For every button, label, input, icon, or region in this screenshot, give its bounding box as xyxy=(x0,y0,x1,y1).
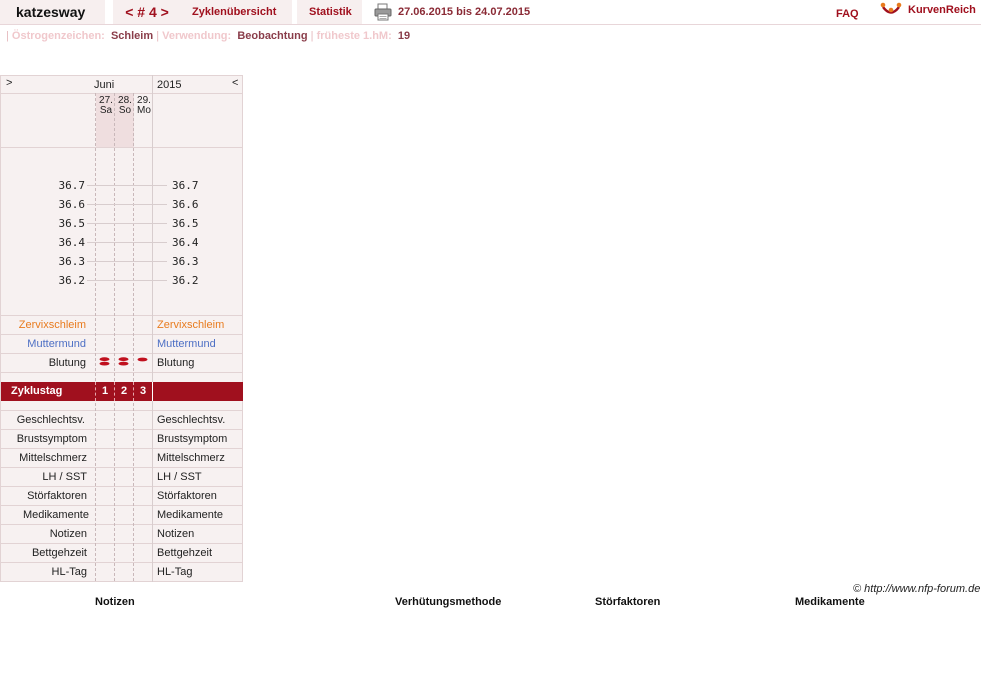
legend-verhuetungsmethode: Verhütungsmethode xyxy=(395,596,502,608)
row-label-notizen-right: Notizen xyxy=(157,528,195,540)
chart-prev-button[interactable]: > xyxy=(6,77,12,89)
cycle-info-line: | Östrogenzeichen: Schleim | Verwendung:… xyxy=(6,29,410,43)
tab-cycle-overview[interactable]: Zyklenübersicht xyxy=(180,0,292,24)
separator: | xyxy=(310,30,314,42)
row-label-bettgehzeit-right: Bettgehzeit xyxy=(157,547,213,559)
temp-label-left: 36.2 xyxy=(58,274,86,287)
row-label-stoerfaktoren-right: Störfaktoren xyxy=(157,490,217,502)
row-label-geschlechtsv-right: Geschlechtsv. xyxy=(157,414,226,426)
cycle-day-number: 1 xyxy=(101,385,109,397)
row-label-brustsymptom: Brustsymptom xyxy=(16,433,87,445)
row-label-blutung: Blutung xyxy=(48,357,86,369)
bleeding-marker-icon[interactable] xyxy=(99,357,110,366)
use-label: Verwendung: xyxy=(162,30,232,42)
kurvenreich-logo-icon[interactable] xyxy=(880,1,902,20)
chart-year: 2015 xyxy=(157,79,182,91)
faq-link[interactable]: FAQ xyxy=(836,4,859,24)
row-label-cervix: Zervixschleim xyxy=(18,319,86,331)
cycle-navigation[interactable]: < # 4 > xyxy=(113,0,181,24)
earliest-value: 19 xyxy=(397,30,411,42)
copyright-link[interactable]: © http://www.nfp-forum.de xyxy=(853,583,980,595)
legend-stoerfaktoren: Störfaktoren xyxy=(595,596,661,608)
day-header: 27. Sa xyxy=(97,96,115,116)
temp-label-right: 36.4 xyxy=(172,236,199,249)
row-label-medikamente-right: Medikamente xyxy=(157,509,224,521)
day-weekday: So xyxy=(118,105,132,116)
row-label-lh-sst: LH / SST xyxy=(42,471,87,483)
day-weekday: Mo xyxy=(137,105,151,116)
username: katzesway xyxy=(0,0,105,24)
printer-icon[interactable] xyxy=(374,3,392,21)
legend-notizen: Notizen xyxy=(95,596,135,608)
day-weekday: Sa xyxy=(99,105,113,116)
row-label-mittelschmerz: Mittelschmerz xyxy=(19,452,87,464)
row-label-lh-sst-right: LH / SST xyxy=(157,471,202,483)
separator: | xyxy=(6,30,9,42)
chart-next-button[interactable]: < xyxy=(232,77,238,89)
row-label-stoerfaktoren: Störfaktoren xyxy=(27,490,87,502)
temp-label-right: 36.2 xyxy=(172,274,199,287)
row-label-geschlechtsv: Geschlechtsv. xyxy=(16,414,85,426)
temp-label-left: 36.7 xyxy=(58,179,86,192)
temp-label-left: 36.6 xyxy=(58,198,86,211)
row-label-muttermund: Muttermund xyxy=(27,338,86,350)
row-label-brustsymptom-right: Brustsymptom xyxy=(157,433,228,445)
temp-label-left: 36.5 xyxy=(58,217,86,230)
temp-label-right: 36.5 xyxy=(172,217,199,230)
tab-statistics[interactable]: Statistik xyxy=(297,0,362,24)
row-label-hl-tag-right: HL-Tag xyxy=(157,566,193,578)
temp-label-left: 36.4 xyxy=(58,236,86,249)
date-range: 27.06.2015 bis 24.07.2015 xyxy=(398,6,531,18)
row-label-cervix-right: Zervixschleim xyxy=(157,319,225,331)
cycle-day-number: 2 xyxy=(120,385,128,397)
row-label-mittelschmerz-right: Mittelschmerz xyxy=(157,452,225,464)
row-label-hl-tag: HL-Tag xyxy=(51,566,87,578)
cycle-day-label: Zyklustag xyxy=(11,385,63,397)
chart-month: Juni xyxy=(94,79,115,91)
row-label-medikamente: Medikamente xyxy=(22,509,89,521)
row-label-bettgehzeit: Bettgehzeit xyxy=(31,547,87,559)
temp-label-right: 36.7 xyxy=(172,179,199,192)
row-label-blutung-right: Blutung xyxy=(157,357,195,369)
temp-label-right: 36.6 xyxy=(172,198,199,211)
day-header: 29. Mo xyxy=(135,96,153,116)
cycle-chart: > Juni 2015 < 27. Sa 28. So 29. Mo 36.7 … xyxy=(0,75,243,582)
use-value: Beobachtung xyxy=(237,30,308,42)
row-label-muttermund-right: Muttermund xyxy=(157,338,216,350)
legend-medikamente: Medikamente xyxy=(795,596,865,608)
cycle-day-row: Zyklustag 1 2 3 xyxy=(1,382,243,401)
estrogen-value: Schleim xyxy=(110,30,154,42)
earliest-label: früheste 1.hM: xyxy=(316,30,392,42)
bleeding-marker-icon[interactable] xyxy=(118,357,129,366)
temp-label-right: 36.3 xyxy=(172,255,199,268)
kurvenreich-logo-text[interactable]: KurvenReich xyxy=(908,0,976,20)
cycle-day-number: 3 xyxy=(139,385,147,397)
day-header: 28. So xyxy=(116,96,134,116)
separator: | xyxy=(156,30,160,42)
estrogen-label: Östrogenzeichen: xyxy=(11,30,105,42)
row-label-notizen: Notizen xyxy=(49,528,87,540)
bleeding-marker-icon[interactable] xyxy=(137,356,148,365)
temp-label-left: 36.3 xyxy=(58,255,86,268)
